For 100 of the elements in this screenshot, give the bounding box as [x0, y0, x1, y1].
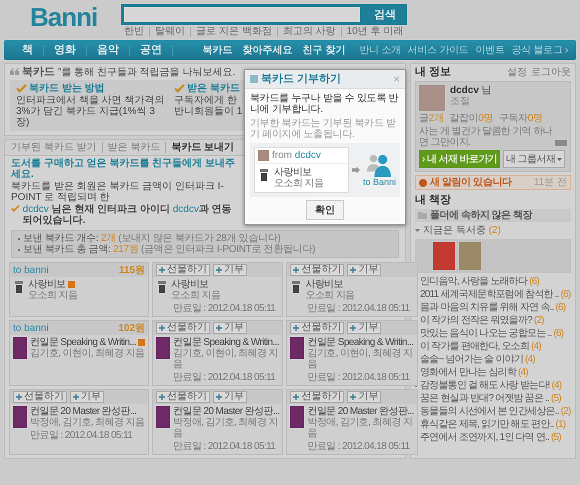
book-title[interactable]: 컨일문 20 Master 완성판... — [307, 406, 414, 417]
shelf-item[interactable]: 인디음악, 사랑을 노래하다 (6) — [420, 276, 539, 287]
alert-bar[interactable]: 새 알림이 있습니다 11분 전 — [415, 175, 571, 190]
tab[interactable]: 받은 북카드 — [102, 142, 166, 153]
book-title[interactable]: 컨일문 20 Master 완성판... — [173, 406, 280, 417]
plus-icon — [293, 394, 300, 400]
nav-link[interactable]: 찾아주세요 — [242, 44, 293, 56]
folder-icon — [418, 212, 427, 219]
nav-link[interactable]: 반니 소개 — [359, 44, 401, 56]
nav-category[interactable]: 음악 — [87, 44, 130, 56]
card-action-button[interactable]: 선물하기 — [290, 391, 344, 403]
book-title[interactable]: 컨일문 Speaking & Writin... — [30, 337, 136, 348]
card-action-button[interactable]: 선물하기 — [156, 391, 210, 403]
book-title[interactable]: 컨일문 Speaking & Writin... — [307, 337, 414, 348]
shelf-item[interactable]: 2011 세계국제문학포럼에 참석한 .. (6) — [420, 289, 570, 300]
stat-line: 보낸 북카드 개수: 2개 (보내지 않은 북카드가 28개 있습니다) — [23, 233, 281, 244]
card-action-button[interactable]: 선물하기 — [290, 322, 344, 334]
card-action-button[interactable]: 기부 — [213, 322, 248, 334]
avatar-placeholder — [419, 85, 445, 111]
edit-tag-icon[interactable] — [555, 140, 567, 146]
shelf-item[interactable]: 술술~ 넘어가는 술 이야기 (4) — [420, 354, 535, 365]
keyword-link[interactable]: 글로 지은 백화점 — [190, 27, 277, 37]
nav-category[interactable]: 공연 — [130, 44, 173, 56]
keyword-link[interactable]: 탈웨이 — [149, 27, 190, 37]
card-action-button[interactable]: 기부 — [347, 391, 382, 403]
book-title[interactable]: 사랑비보 — [28, 279, 66, 290]
check-icon — [174, 84, 185, 93]
my-library-button[interactable]: › 내 서재 바로가기 — [419, 150, 500, 168]
caret-icon — [415, 229, 420, 232]
account-link[interactable]: 설정 — [507, 67, 527, 78]
profile-stat[interactable]: 갈잡이0명 — [449, 113, 493, 124]
nav-link[interactable]: 이벤트 — [475, 44, 504, 56]
book-cover — [156, 337, 170, 359]
confirm-button[interactable]: 확인 — [306, 200, 344, 220]
book-cover[interactable] — [433, 242, 455, 270]
book-title[interactable]: 사랑비보 — [305, 279, 343, 290]
keyword-link[interactable]: 한빈 — [119, 27, 150, 37]
caret-icon — [557, 158, 562, 160]
shelf-item[interactable]: 영화에서 만나는 심리학 (4) — [420, 367, 528, 378]
nav-link[interactable]: 친구 찾기 — [302, 44, 346, 56]
shelf-item[interactable]: 맛있는 음식이 나오는 궁합모는 .. (6) — [420, 328, 564, 339]
plus-icon — [16, 394, 22, 400]
avatar-placeholder — [258, 150, 269, 161]
tab[interactable]: 북카드 보내기 — [165, 142, 240, 153]
alert-text: 새 알림이 있습니다 — [430, 177, 512, 188]
nav-link[interactable]: 서비스 가이드 — [408, 44, 468, 56]
keyword-link[interactable]: 최고의 사랑 — [276, 27, 341, 37]
card-action-button[interactable]: 기부 — [213, 264, 248, 276]
card-action-button[interactable]: 기부 — [70, 391, 104, 403]
plus-icon — [159, 325, 166, 331]
card-action-button[interactable]: 기부 — [213, 391, 248, 403]
profile-stat[interactable]: 글2개 — [419, 113, 444, 124]
search-field[interactable] — [120, 4, 363, 25]
card-action-button[interactable]: 기부 — [347, 322, 382, 334]
tab[interactable]: 기부된 북카드 받기 — [11, 142, 102, 153]
book-title[interactable]: 컨일문 Speaking & Writin... — [173, 337, 280, 348]
book-cover[interactable] — [459, 242, 481, 270]
shelf-item[interactable]: 동물들의 시선에서 본 인간세상은.. (2) — [420, 406, 571, 417]
book-author: 오소희 지음 — [305, 290, 355, 301]
people-icon — [365, 152, 394, 176]
expiry-date: 만료일 : 2012.04.18 05:11 — [172, 372, 276, 385]
shelf-item[interactable]: 이 작가의 전작은 뭐였을까? (2) — [420, 315, 544, 326]
guide-title: 받은 북카드 — [187, 83, 240, 94]
card-action-button[interactable]: 선물하기 — [156, 322, 210, 334]
book-author: 김기호, 이현이, 최혜경 지음 — [307, 348, 414, 370]
expiry-date: 만료일 : 2012.04.18 05:11 — [306, 441, 411, 454]
nav-category[interactable]: 영화 — [44, 44, 87, 56]
book-icon — [158, 281, 166, 293]
guide-text: 인터파크에서 책을 사면 책가격의 3%가 담긴 북카드 지급(1%씩 3장) — [16, 95, 166, 128]
shelf-item[interactable]: 주연에서 조연까지, 1인 다역 연.. (5) — [420, 432, 561, 443]
nav-link[interactable]: 공식 블로그 › — [512, 44, 568, 56]
section-title: 내 책장 — [415, 193, 452, 206]
expiry-date: 만료일 : 2012.04.18 05:11 — [306, 303, 411, 316]
profile-stat[interactable]: 구독자0명 — [498, 113, 543, 124]
search-button[interactable]: 검색 — [362, 4, 407, 25]
keyword-link[interactable]: 10년 후 미래 — [340, 27, 408, 37]
nav-link[interactable]: 북카드 — [202, 44, 233, 56]
card-action-button[interactable]: 선물하기 — [13, 391, 67, 403]
card-action-button[interactable]: 기부 — [347, 264, 382, 276]
shelf-item[interactable]: 감정불통인 걸 해도 사랑 받는다! (4) — [420, 380, 562, 391]
card-action-button[interactable]: 선물하기 — [290, 264, 344, 276]
nav-category[interactable]: 책 — [12, 44, 44, 56]
plus-icon — [159, 267, 166, 273]
book-title[interactable]: 사랑비보 — [171, 279, 209, 290]
shelf-item[interactable]: 휴식같은 제목, 읽기만 해도 편안.. (1) — [420, 419, 566, 430]
logo[interactable]: Banni — [30, 4, 98, 30]
book-icon — [292, 281, 300, 293]
shelf-item[interactable]: 이 작가를 편애한다, 오소희 (4) — [420, 341, 541, 352]
book-title[interactable]: 컨일문 20 Master 완성판... — [30, 406, 136, 417]
shelf-item[interactable]: 몸과 마음의 치유를 위해 자연 속.. (6) — [420, 302, 566, 313]
book-author: 박정애, 김기호, 최혜경 지음 — [307, 417, 414, 439]
group-library-select[interactable]: 내 그룹서재 — [503, 150, 566, 168]
account-link[interactable]: 로그아웃 — [531, 67, 571, 78]
guide-text: 구독자에게 한 반니회원들이 1 — [174, 95, 244, 117]
shelf-item[interactable]: 꿈은 현실과 반대? 어젯밤 꿈은 .. (5) — [420, 393, 561, 404]
reading-shelf[interactable]: 지금은 독서중 (2) — [423, 225, 501, 236]
folder-row[interactable]: 폴더에 속하지 않은 책장 — [415, 209, 571, 222]
intro-subtitle: ”를 통해 친구들과 적립금을 나눠보세요. — [58, 67, 236, 78]
user-grade: 조절 — [450, 96, 471, 107]
card-action-button[interactable]: 선물하기 — [156, 264, 210, 276]
